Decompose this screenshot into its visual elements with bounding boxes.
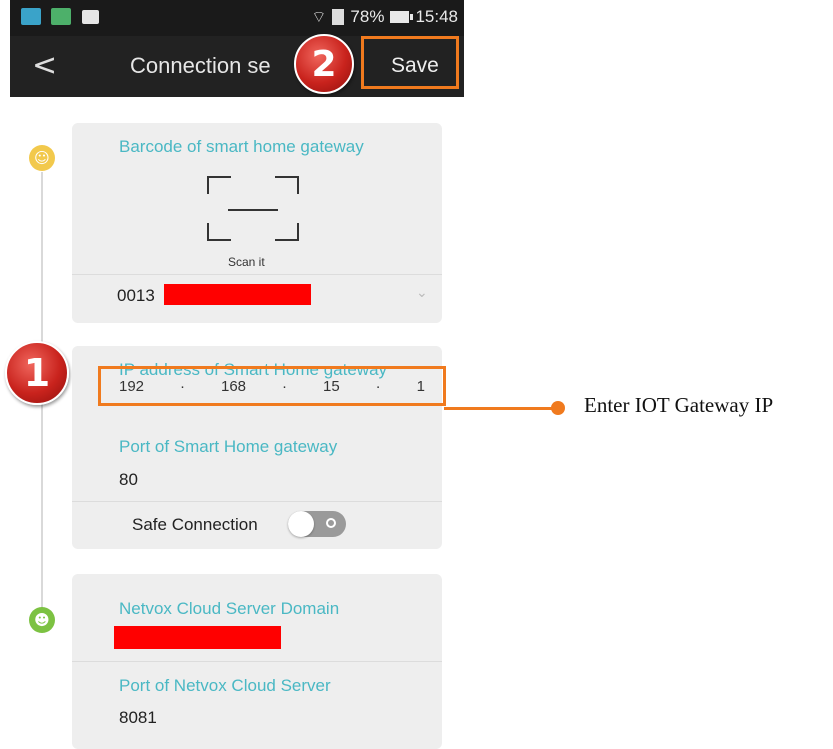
cloud-domain-label: Netvox Cloud Server Domain xyxy=(119,599,340,618)
sd-card-icon xyxy=(332,9,345,25)
ip-address-input[interactable]: 192 · 168 · 15 · 1 xyxy=(98,366,446,406)
ip-octet[interactable]: 192 xyxy=(119,378,144,395)
ip-separator: · xyxy=(180,377,185,395)
ip-octet[interactable]: 168 xyxy=(221,378,246,395)
scan-frame-corner xyxy=(207,223,231,241)
step-badge-2: 2 xyxy=(294,34,354,94)
scan-frame-corner xyxy=(207,176,231,194)
callout-dot xyxy=(551,401,565,415)
cloud-port-label: Port of Netvox Cloud Server xyxy=(119,676,331,695)
callout-connector xyxy=(444,407,556,410)
gateway-port-label: Port of Smart Home gateway xyxy=(119,437,338,456)
barcode-label: Barcode of smart home gateway xyxy=(119,137,364,156)
divider xyxy=(72,661,442,662)
scan-button[interactable]: Scan it xyxy=(202,171,302,269)
ip-separator: · xyxy=(282,377,287,395)
step-badge-1: 1 xyxy=(5,341,69,405)
back-icon[interactable]: < xyxy=(32,48,57,83)
clock: 15:48 xyxy=(415,7,458,26)
scan-frame-corner xyxy=(275,223,299,241)
notification-app-icon xyxy=(21,8,41,25)
title-bar: < Connection se Save xyxy=(10,36,464,97)
tongue-smile-icon: ☻ xyxy=(29,607,55,633)
safe-connection-toggle[interactable] xyxy=(288,511,346,537)
callout-text: Enter IOT Gateway IP xyxy=(584,393,773,418)
page-title: Connection se xyxy=(130,53,271,78)
barcode-value[interactable]: 0013 xyxy=(117,286,155,306)
ip-separator: · xyxy=(375,377,381,395)
ip-octet[interactable]: 1 xyxy=(417,378,425,395)
toggle-knob xyxy=(288,511,314,537)
redacted-barcode xyxy=(164,284,311,305)
divider xyxy=(72,501,442,502)
toggle-off-icon xyxy=(326,518,336,528)
battery-icon xyxy=(390,11,414,23)
ip-octet[interactable]: 15 xyxy=(323,378,340,395)
gateway-port-field[interactable]: 80 xyxy=(119,470,138,490)
notification-app-icon xyxy=(51,8,71,25)
scan-line xyxy=(228,209,278,211)
callout-bold: Enter xyxy=(584,393,630,417)
safe-connection-label: Safe Connection xyxy=(132,515,258,534)
battery-percent: 78% xyxy=(350,7,385,26)
chevron-down-icon[interactable]: ⌄ xyxy=(416,285,428,301)
smile-icon: ☺ xyxy=(29,145,55,171)
image-icon xyxy=(82,10,99,24)
cloud-port-field[interactable]: 8081 xyxy=(119,708,157,728)
wifi-icon: ⌔ xyxy=(311,9,327,26)
divider xyxy=(72,274,442,275)
save-button[interactable]: Save xyxy=(391,54,439,78)
redacted-cloud-domain[interactable] xyxy=(114,626,281,649)
status-right: ⌔ 78% 15:48 xyxy=(311,6,458,28)
status-bar: ⌔ 78% 15:48 xyxy=(10,0,464,36)
scan-frame-corner xyxy=(275,176,299,194)
gateway-barcode-card: Barcode of smart home gateway Scan it 00… xyxy=(72,123,442,323)
callout-rest: IOT Gateway IP xyxy=(629,393,774,417)
gateway-network-card: IP address of Smart Home gateway 192 · 1… xyxy=(72,346,446,549)
scan-label: Scan it xyxy=(228,255,265,269)
cloud-server-card: Netvox Cloud Server Domain Port of Netvo… xyxy=(72,574,442,749)
